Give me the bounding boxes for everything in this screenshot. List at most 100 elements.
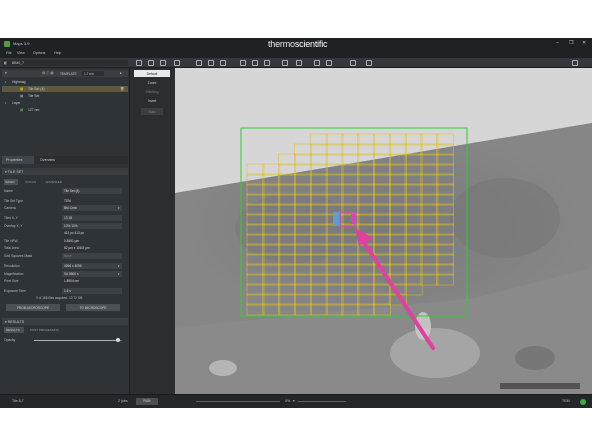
stage-icon[interactable] [314, 60, 320, 66]
subtab-focus[interactable]: FOCUS [24, 179, 42, 185]
title-bar: Maps 3.9 thermoscientific – ❐ ✕ [0, 38, 592, 50]
tileset-icon: ▦ [20, 87, 24, 91]
field-resolution: Resolution 4096 x 4096 ▾ [4, 263, 124, 269]
tab-overview[interactable]: Overview [36, 156, 70, 164]
menu-options[interactable]: Options [33, 51, 45, 55]
subtab-post-processing[interactable]: POST PROCESSING [28, 327, 72, 333]
overlap-input[interactable]: 10% 10% [62, 223, 122, 229]
from-microscope-button[interactable]: FROM MICROSCOPE [6, 304, 60, 311]
menu-bar: File View Options Help [0, 50, 592, 58]
mode-invert[interactable]: Invert [134, 97, 170, 104]
zoom-level: 0% [285, 399, 291, 403]
tile-icon[interactable] [240, 60, 246, 66]
field-grid-mask: Grid Squares Mask None [4, 253, 124, 259]
layer-icon[interactable] [148, 60, 154, 66]
brand-logo: thermoscientific [268, 39, 328, 49]
image-viewer[interactable] [175, 68, 592, 394]
grid-mask-select[interactable]: None [62, 253, 122, 259]
tree-item-label: Highmag [12, 80, 26, 84]
subtab-advanced[interactable]: ADVANCED [44, 179, 66, 185]
image-icon[interactable] [264, 60, 270, 66]
template-select[interactable]: 1.7 nm [82, 70, 104, 76]
delete-icon[interactable]: 🗑 [120, 87, 124, 91]
export-icon[interactable] [350, 60, 356, 66]
template-add-icon[interactable]: ▸ [120, 71, 122, 75]
micrograph-canvas[interactable] [175, 68, 592, 394]
menu-help[interactable]: Help [54, 51, 61, 55]
field-pixel-size: Pixel Size 1.8904 nm [4, 278, 124, 284]
to-microscope-button[interactable]: TO MICROSCOPE [66, 304, 120, 311]
app-title: Maps 3.9 [13, 41, 30, 46]
subtab-results[interactable]: RESULTS [4, 327, 24, 333]
field-label: Camera [4, 206, 16, 210]
zoom-menu-icon[interactable]: ▾ [293, 399, 295, 403]
project-name: BB40_7 [12, 61, 25, 65]
tree-item-tileset[interactable]: ▦ Tile Set [2, 93, 128, 99]
resolution-select[interactable]: 4096 x 4096 [62, 263, 122, 269]
tree-item-label: Tile Set (4) [28, 87, 45, 91]
tree-tools-icon[interactable]: ▤ ◫ ▦ [42, 71, 54, 75]
maximize-icon[interactable]: ❐ [569, 40, 573, 46]
layer-group-icon: ▪ [5, 80, 7, 84]
tiles-input[interactable]: 13 18 [62, 215, 122, 221]
mode-stitching[interactable]: Stitching [134, 88, 170, 95]
auto-button[interactable]: Auto [141, 108, 163, 115]
tree-item-layer[interactable]: ▪ Layer [2, 100, 128, 106]
annotation-icon[interactable] [296, 60, 302, 66]
tab-properties[interactable]: Properties [2, 156, 34, 164]
field-camera: Camera BM-Ceta ▾ [4, 205, 124, 211]
opacity-slider-knob[interactable] [115, 338, 120, 342]
field-label: Overlap X, Y [4, 224, 23, 228]
run-button[interactable]: RUN [136, 397, 158, 405]
results-header-label: RESULTS [7, 319, 25, 324]
tree-item-highmag[interactable]: ▪ Highmag [2, 79, 128, 85]
collapse-arrow-icon[interactable]: ‹ [167, 70, 168, 74]
filter-icon[interactable] [326, 60, 332, 66]
ruler-icon[interactable] [282, 60, 288, 66]
rotate-icon[interactable] [220, 60, 226, 66]
opacity-slider[interactable] [34, 338, 122, 342]
measure-icon[interactable] [160, 60, 166, 66]
image-layer-icon: ▦ [20, 108, 24, 112]
field-label: Magnification [4, 272, 24, 276]
pan-icon[interactable] [196, 60, 202, 66]
mode-zoom[interactable]: Zoom [134, 79, 170, 86]
acquired-note: 0 of 165 tiles acquired. 12.72 GB [36, 296, 83, 300]
camera-select[interactable]: BM-Ceta [62, 205, 122, 211]
menu-file[interactable]: File [6, 51, 12, 55]
grid-icon[interactable] [252, 60, 258, 66]
minimize-icon[interactable]: – [556, 40, 559, 46]
field-total-area: Total Area 82 µm x 108.8 µm [4, 245, 124, 251]
close-icon[interactable]: ✕ [582, 40, 586, 46]
field-type: Tile Set Type TEM [4, 198, 124, 204]
overlap-px-value: 413 px 413 px [64, 231, 85, 235]
zoom-slider[interactable] [196, 400, 280, 402]
settings-icon[interactable] [366, 60, 372, 66]
results-section-header[interactable]: ▾ RESULTS [2, 318, 128, 325]
app-logo-icon [4, 41, 10, 47]
microscope-mode: TEM [562, 399, 570, 403]
collapse-icon[interactable]: ▾ [5, 71, 7, 75]
tree-item-tileset-4[interactable]: ▦ Tile Set (4) 🗑 [2, 86, 128, 92]
mode-default[interactable]: Default [134, 70, 170, 77]
connection-status-icon [580, 398, 586, 405]
project-field[interactable]: ◧ BB40_7 [2, 60, 128, 66]
more-icon[interactable] [572, 60, 578, 66]
menu-view[interactable]: View [17, 51, 25, 55]
tileset-section-header[interactable]: ▾ TILE SET [2, 168, 128, 175]
contrast-slider[interactable] [298, 400, 346, 402]
zoom-icon[interactable] [174, 60, 180, 66]
select-icon[interactable] [208, 60, 214, 66]
current-tile-fill [351, 214, 355, 224]
field-exposure: Exposure Time 1.6 s [4, 288, 124, 294]
field-label: Name [4, 189, 13, 193]
jobs-count[interactable]: 2 jobs [118, 399, 128, 403]
exposure-input[interactable]: 1.6 s [62, 288, 122, 294]
magnification-select[interactable]: SA 8500 x [62, 271, 122, 277]
name-input[interactable]: Tile Set (4) [62, 188, 122, 194]
add-icon[interactable] [136, 60, 142, 66]
tree-item-127nm[interactable]: ▦ 127 nm [2, 107, 128, 113]
subtab-basic[interactable]: BASIC [4, 179, 18, 185]
tileset-icon: ▦ [20, 94, 24, 98]
app-window: Maps 3.9 thermoscientific – ❐ ✕ File Vie… [0, 38, 592, 408]
